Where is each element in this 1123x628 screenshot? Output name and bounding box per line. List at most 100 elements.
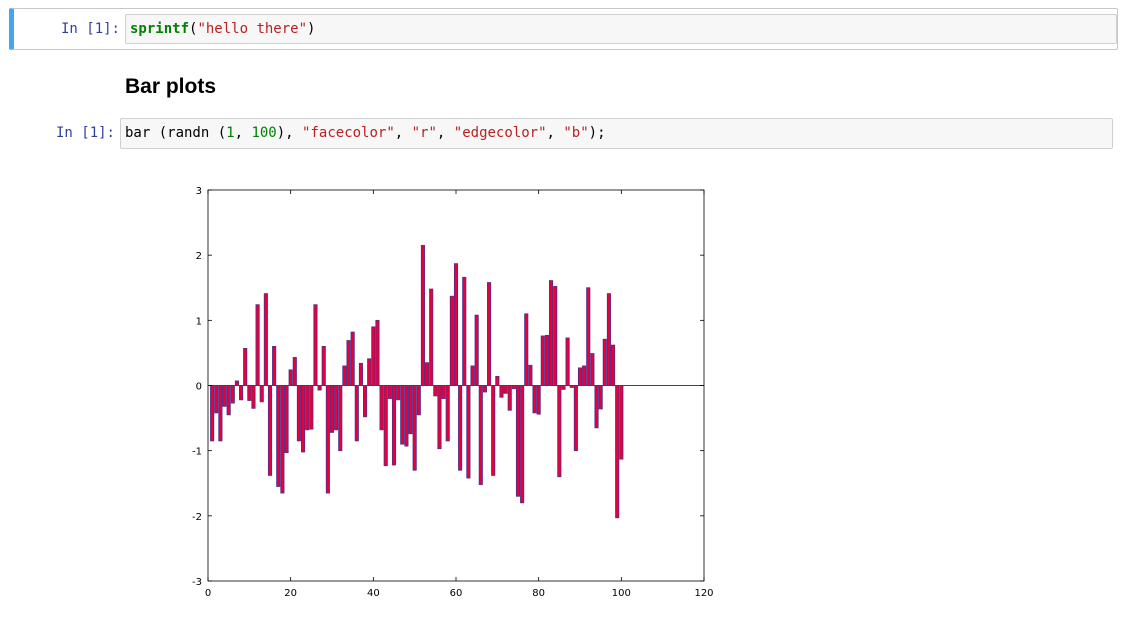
bar — [325, 385, 330, 494]
code-text: bar (randn ( — [125, 125, 227, 141]
x-tick-label: 20 — [284, 588, 297, 599]
bar — [350, 331, 355, 386]
bar — [383, 385, 388, 467]
bar — [243, 347, 248, 386]
bar — [487, 282, 492, 386]
code-paren: ) — [307, 21, 316, 37]
y-tick-label: 3 — [196, 186, 202, 197]
bar — [259, 385, 264, 403]
bar — [239, 385, 244, 401]
y-tick-label: 1 — [196, 316, 202, 327]
code-cell-sprintf[interactable]: In [1]: sprintf("hello there") — [9, 8, 1118, 50]
bar — [367, 358, 372, 386]
bar — [425, 362, 430, 386]
bar — [491, 385, 496, 476]
bar — [226, 385, 231, 416]
bar — [462, 276, 467, 386]
bar — [429, 288, 434, 386]
x-tick-label: 80 — [532, 588, 545, 599]
code-text: , — [546, 125, 564, 141]
code-editor[interactable]: sprintf("hello there") — [125, 14, 1117, 44]
bar — [445, 385, 450, 442]
code-text: , — [234, 125, 252, 141]
bar — [532, 385, 537, 414]
bar-chart: 0 20 40 60 80 100 120 -3 -2 -1 0 1 2 3 — [192, 186, 714, 599]
bar — [400, 385, 405, 445]
string-literal: "edgecolor" — [453, 125, 547, 141]
y-tick-label: -2 — [192, 512, 202, 523]
bar — [305, 385, 310, 431]
bar — [606, 293, 611, 386]
bar — [619, 385, 624, 460]
bar — [379, 385, 384, 431]
string-literal: "r" — [411, 125, 437, 141]
bar — [230, 385, 235, 404]
bar — [577, 367, 583, 386]
bar — [412, 385, 417, 471]
bar — [234, 380, 239, 386]
bar — [433, 385, 438, 397]
x-tick-label: 100 — [612, 588, 631, 599]
number-literal: 100 — [251, 125, 277, 141]
bar — [210, 385, 215, 442]
function-name: sprintf — [130, 21, 190, 37]
bar — [495, 375, 500, 386]
bar — [503, 385, 508, 394]
x-tick-label: 120 — [694, 588, 713, 599]
bar — [346, 340, 351, 386]
bar — [272, 345, 277, 386]
bar — [288, 369, 293, 386]
bar — [515, 385, 521, 497]
y-tick-label: -1 — [192, 447, 202, 458]
x-tick-label: 0 — [205, 588, 211, 599]
bar — [296, 385, 301, 442]
bar — [371, 326, 376, 386]
bar — [354, 385, 359, 442]
bar — [466, 385, 471, 479]
bar — [214, 385, 219, 414]
bar — [416, 385, 421, 416]
y-tick-label: -3 — [192, 577, 202, 588]
bar — [449, 295, 454, 386]
bar — [218, 385, 223, 442]
bar — [453, 263, 459, 386]
bar — [470, 365, 475, 386]
bar — [342, 365, 347, 386]
bar — [565, 337, 570, 386]
bar — [263, 293, 268, 386]
bar — [267, 385, 273, 476]
bar — [222, 385, 227, 407]
bar — [520, 385, 525, 504]
bar — [458, 385, 463, 471]
bar — [292, 357, 297, 386]
bar — [317, 385, 322, 391]
string-literal: "hello there" — [197, 21, 308, 37]
bar — [437, 385, 442, 450]
bar — [602, 338, 607, 386]
bar — [334, 385, 339, 431]
bar — [408, 385, 413, 435]
number-literal: 1 — [226, 125, 235, 141]
bar — [404, 385, 409, 447]
bar — [255, 304, 260, 386]
y-tick-label: 2 — [196, 251, 202, 262]
bar — [549, 280, 554, 386]
bar — [482, 385, 487, 393]
bar — [247, 385, 252, 401]
input-prompt: In [1]: — [55, 125, 115, 141]
bar — [598, 385, 603, 410]
bar — [396, 385, 401, 401]
code-cell-bar[interactable]: In [1]: bar (randn (1, 100), "facecolor"… — [9, 118, 1118, 150]
bar — [573, 385, 578, 452]
bar — [375, 319, 380, 386]
bar — [611, 344, 616, 386]
bar — [561, 385, 566, 390]
bar — [557, 385, 562, 478]
bar — [387, 385, 392, 399]
bar — [528, 364, 533, 386]
bar — [251, 385, 256, 409]
code-editor[interactable]: bar (randn (1, 100), "facecolor", "r", "… — [120, 118, 1113, 149]
string-literal: "b" — [563, 125, 589, 141]
bar — [309, 385, 314, 430]
bar — [441, 385, 446, 399]
